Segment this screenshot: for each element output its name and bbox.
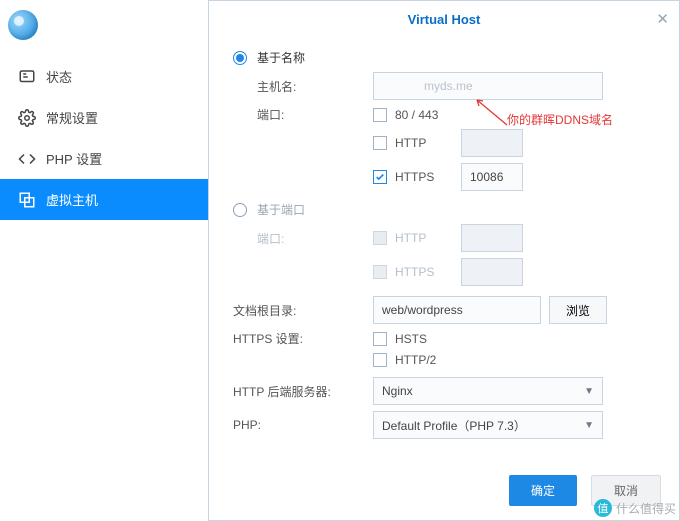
php-select[interactable]: Default Profile（PHP 7.3） ▼ <box>373 411 603 439</box>
panel-title: Virtual Host <box>408 12 481 27</box>
bp-https-label: HTTPS <box>395 265 453 279</box>
chevron-down-icon: ▼ <box>584 420 594 431</box>
based-on-name-radio[interactable] <box>233 51 247 65</box>
php-value: Default Profile（PHP 7.3） <box>382 417 526 434</box>
sidebar-item-status[interactable]: 状态 <box>0 56 208 97</box>
docroot-input[interactable] <box>373 296 541 324</box>
chevron-down-icon: ▼ <box>584 386 594 397</box>
port-default-checkbox[interactable] <box>373 108 387 122</box>
close-icon[interactable]: ✕ <box>656 10 669 28</box>
backend-label: HTTP 后端服务器: <box>233 383 373 400</box>
code-icon <box>18 150 36 168</box>
browse-button[interactable]: 浏览 <box>549 296 607 324</box>
virtual-host-panel: Virtual Host ✕ 基于名称 主机名: 你的群晖DDNS域名 <box>208 0 680 521</box>
port-label: 端口: <box>233 106 373 123</box>
bp-http-port-input <box>461 224 523 252</box>
sidebar: 状态 常规设置 PHP 设置 虚拟主机 <box>0 0 208 521</box>
http2-checkbox[interactable] <box>373 353 387 367</box>
sidebar-item-general[interactable]: 常规设置 <box>0 97 208 138</box>
hsts-label: HSTS <box>395 332 427 346</box>
layers-icon <box>18 191 36 209</box>
http2-label: HTTP/2 <box>395 353 436 367</box>
https-label: HTTPS <box>395 170 453 184</box>
bp-https-port-input <box>461 258 523 286</box>
sidebar-item-virtual-host[interactable]: 虚拟主机 <box>0 179 208 220</box>
bp-http-label: HTTP <box>395 231 453 245</box>
php-label: PHP: <box>233 418 373 432</box>
sidebar-item-label: 虚拟主机 <box>46 190 98 209</box>
based-on-name-label: 基于名称 <box>257 49 305 66</box>
watermark-badge-icon: 值 <box>594 499 612 517</box>
hostname-label: 主机名: <box>233 78 373 95</box>
backend-select[interactable]: Nginx ▼ <box>373 377 603 405</box>
port-default-text: 80 / 443 <box>395 108 438 122</box>
sidebar-item-label: PHP 设置 <box>46 149 102 168</box>
bp-http-checkbox <box>373 231 387 245</box>
hostname-input[interactable] <box>373 72 603 100</box>
status-icon <box>18 68 36 86</box>
watermark: 值 什么值得买 <box>594 499 676 517</box>
based-port-port-label: 端口: <box>233 230 373 247</box>
https-settings-label: HTTPS 设置: <box>233 330 373 347</box>
bp-https-checkbox <box>373 265 387 279</box>
gear-icon <box>18 109 36 127</box>
based-on-port-label: 基于端口 <box>257 201 305 218</box>
hsts-checkbox[interactable] <box>373 332 387 346</box>
docroot-label: 文档根目录: <box>233 302 373 319</box>
https-checkbox[interactable] <box>373 170 387 184</box>
sidebar-item-php[interactable]: PHP 设置 <box>0 138 208 179</box>
ok-button[interactable]: 确定 <box>509 475 577 506</box>
http-checkbox[interactable] <box>373 136 387 150</box>
sidebar-item-label: 状态 <box>46 67 72 86</box>
http-label: HTTP <box>395 136 453 150</box>
app-logo-icon <box>8 10 38 40</box>
watermark-text: 什么值得买 <box>616 500 676 517</box>
https-port-input[interactable] <box>461 163 523 191</box>
http-port-input[interactable] <box>461 129 523 157</box>
sidebar-item-label: 常规设置 <box>46 108 98 127</box>
backend-value: Nginx <box>382 384 413 398</box>
based-on-port-radio[interactable] <box>233 203 247 217</box>
